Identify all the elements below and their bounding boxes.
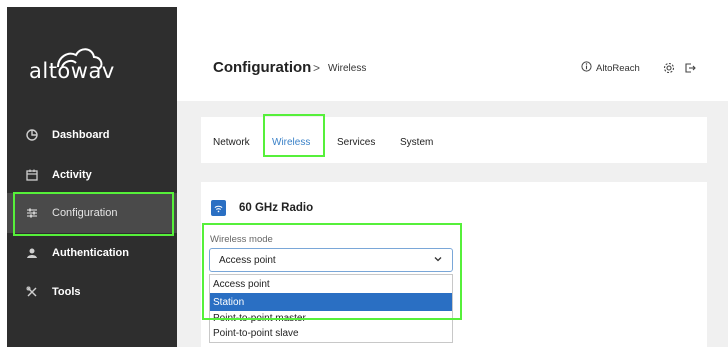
info-icon (581, 61, 592, 75)
wifi-icon (211, 200, 226, 216)
sidebar-item-label: Configuration (52, 207, 118, 219)
wireless-mode-dropdown: Access point Station Point-to-point mast… (209, 274, 453, 343)
sidebar-item-label: Authentication (52, 247, 129, 259)
sidebar-item-authentication[interactable]: Authentication (7, 233, 177, 273)
selected-value: Access point (219, 254, 276, 266)
sidebar: altowav Dashboard Activity Configuration… (7, 7, 177, 347)
sidebar-item-activity[interactable]: Activity (7, 155, 177, 195)
radio-card: 60 GHz Radio Wireless mode Access point … (201, 182, 707, 347)
tools-icon (25, 285, 39, 299)
gear-icon[interactable] (662, 61, 676, 75)
sidebar-item-dashboard[interactable]: Dashboard (7, 115, 177, 155)
page-header: Configuration > Wireless AltoReach (177, 7, 728, 101)
option-point-to-point-slave[interactable]: Point-to-point slave (210, 324, 452, 342)
page-title: Configuration (213, 59, 312, 76)
tab-wireless[interactable]: Wireless (272, 137, 310, 148)
wireless-mode-select[interactable]: Access point (209, 248, 453, 272)
sidebar-item-label: Tools (52, 286, 81, 298)
tab-network[interactable]: Network (213, 137, 250, 148)
sidebar-item-label: Activity (52, 169, 92, 181)
sliders-icon (25, 206, 39, 220)
pie-chart-icon (25, 128, 39, 142)
user-name: AltoReach (596, 62, 640, 74)
user-shield-icon (25, 246, 39, 260)
chevron-down-icon (434, 257, 442, 262)
user-menu[interactable]: AltoReach (581, 61, 640, 75)
calendar-icon (25, 168, 39, 182)
logout-icon[interactable] (683, 61, 697, 75)
active-tab-indicator (267, 155, 317, 157)
option-access-point[interactable]: Access point (210, 275, 452, 293)
option-point-to-point-master[interactable]: Point-to-point master (210, 311, 452, 324)
sidebar-item-configuration[interactable]: Configuration (7, 193, 177, 233)
sidebar-item-label: Dashboard (52, 129, 110, 141)
tab-system[interactable]: System (400, 137, 433, 148)
wireless-mode-label: Wireless mode (210, 234, 273, 245)
logo-text: altowav (29, 59, 115, 83)
option-station[interactable]: Station (210, 293, 452, 311)
tab-bar: Network Wireless Services System (201, 117, 707, 163)
radio-title: 60 GHz Radio (239, 202, 314, 214)
tab-services[interactable]: Services (337, 137, 375, 148)
breadcrumb-separator: > (313, 61, 321, 75)
sidebar-item-tools[interactable]: Tools (7, 272, 177, 312)
main-content: Configuration > Wireless AltoReach Netwo… (177, 7, 728, 347)
breadcrumb: Wireless (328, 63, 367, 74)
